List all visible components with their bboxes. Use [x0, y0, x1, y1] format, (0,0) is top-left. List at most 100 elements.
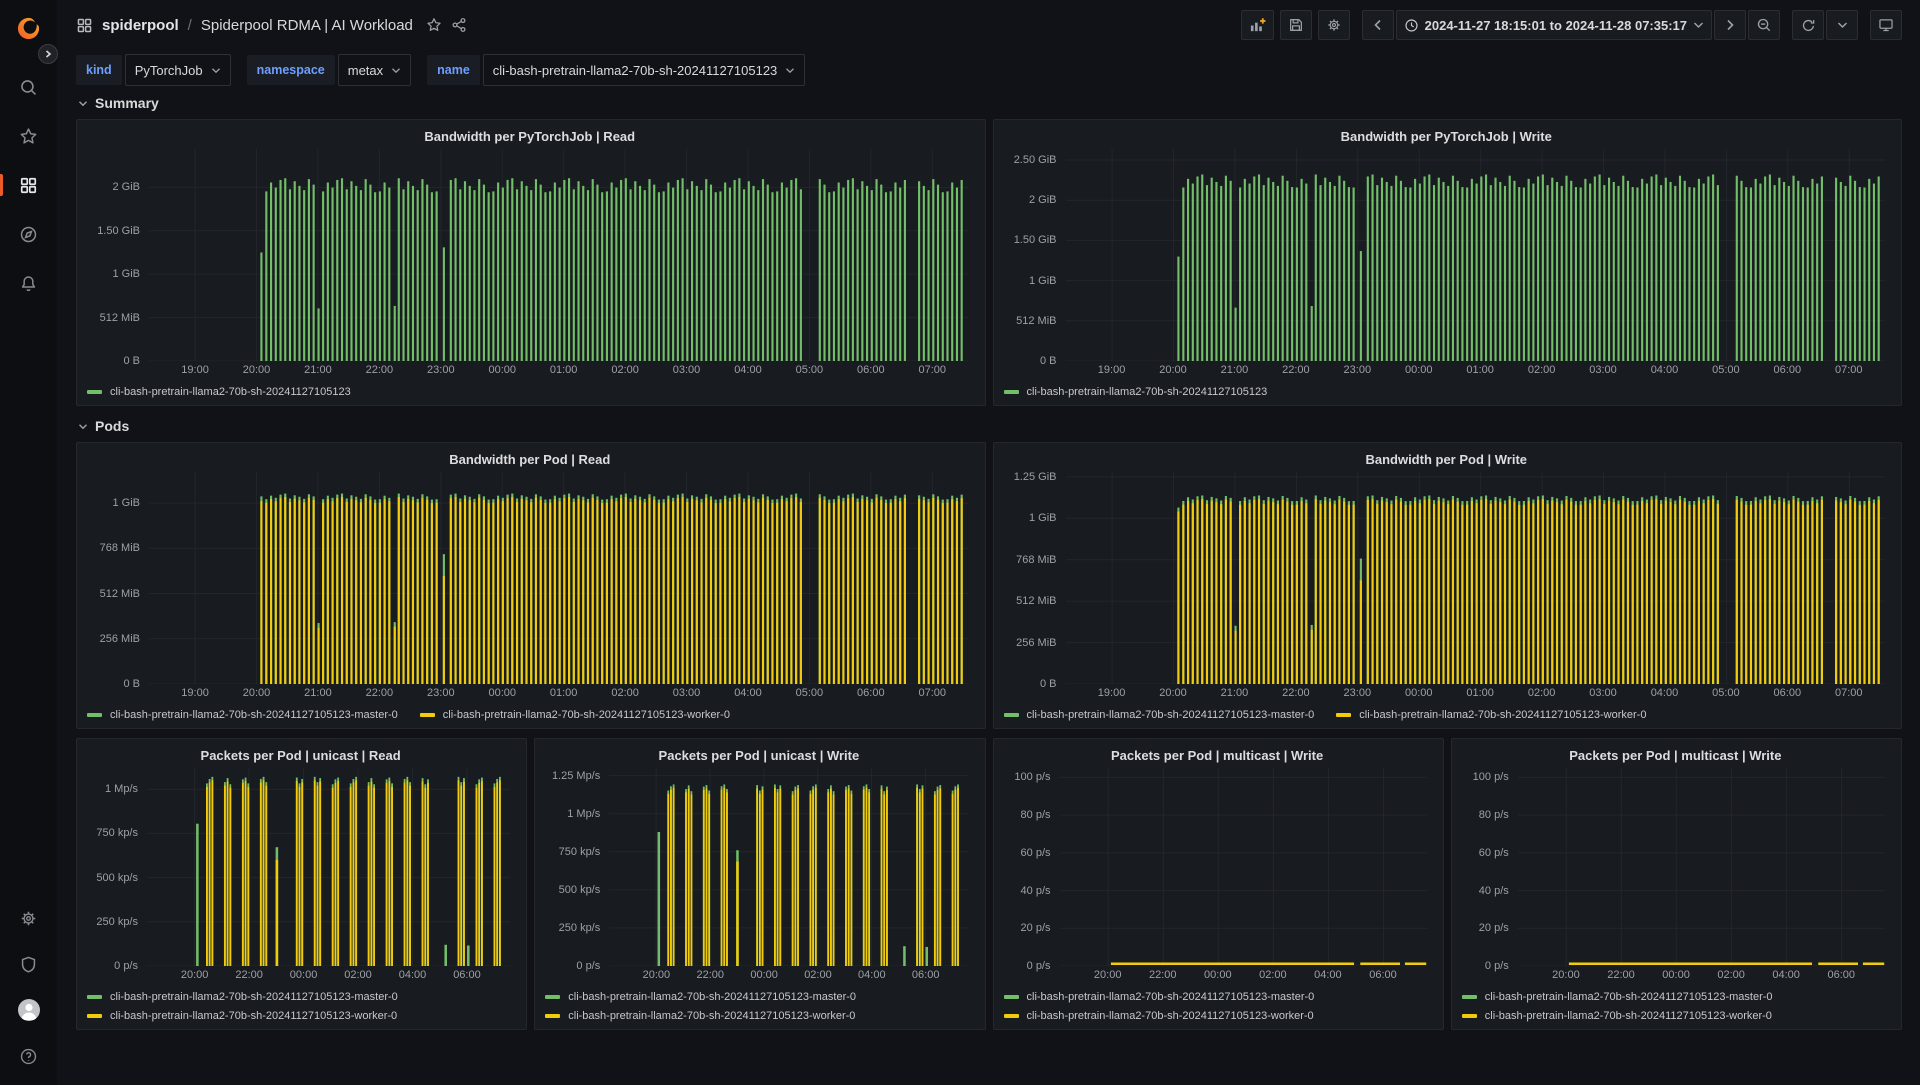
y-tick-label: 256 MiB [100, 633, 140, 645]
legend-series-name: cli-bash-pretrain-llama2-70b-sh-20241127… [1027, 989, 1315, 1005]
legend-item[interactable]: cli-bash-pretrain-llama2-70b-sh-20241127… [1462, 1008, 1772, 1024]
chart-plot-area[interactable] [609, 768, 968, 966]
y-tick-label: 1.25 Mp/s [552, 770, 600, 782]
breadcrumb-folder[interactable]: spiderpool [102, 17, 179, 34]
y-tick-label: 100 p/s [1014, 771, 1050, 783]
panel-title[interactable]: Bandwidth per Pod | Write [1004, 450, 1890, 470]
legend-item[interactable]: cli-bash-pretrain-llama2-70b-sh-20241127… [87, 1008, 397, 1024]
chart-plot-area[interactable] [1518, 768, 1885, 966]
legend-item[interactable]: cli-bash-pretrain-llama2-70b-sh-20241127… [1336, 707, 1646, 723]
share-icon[interactable] [451, 17, 467, 33]
section-header-pods[interactable]: Pods [78, 415, 1902, 437]
legend-swatch [87, 1014, 102, 1018]
time-range-picker[interactable]: 2024-11-27 18:15:01 to 2024-11-28 07:35:… [1396, 10, 1712, 40]
panel-title[interactable]: Bandwidth per PyTorchJob | Write [1004, 127, 1890, 147]
x-tick-label: 00:00 [1405, 364, 1433, 376]
clock-icon [1404, 18, 1419, 33]
section-header-summary[interactable]: Summary [78, 92, 1902, 114]
alerting-bell-icon [19, 274, 38, 293]
x-axis-labels: 20:0022:0000:0002:0004:0006:00 [609, 969, 968, 985]
y-tick-label: 80 p/s [1021, 809, 1051, 821]
x-tick-label: 06:00 [912, 969, 940, 981]
legend-item[interactable]: cli-bash-pretrain-llama2-70b-sh-20241127… [87, 989, 398, 1005]
user-avatar [17, 998, 41, 1022]
legend-item[interactable]: cli-bash-pretrain-llama2-70b-sh-20241127… [1004, 384, 1268, 400]
x-tick-label: 20:00 [181, 969, 209, 981]
sidebar-item-search[interactable] [0, 76, 57, 98]
y-tick-label: 2.50 GiB [1014, 154, 1057, 166]
time-range-label: 2024-11-27 18:15:01 to 2024-11-28 07:35:… [1425, 18, 1687, 33]
x-tick-label: 04:00 [1651, 687, 1679, 699]
kiosk-mode-button[interactable] [1870, 10, 1902, 40]
x-tick-label: 02:00 [611, 687, 639, 699]
chart-plot-area[interactable] [149, 472, 969, 684]
y-tick-label: 0 p/s [1027, 960, 1051, 972]
chevron-down-icon [211, 67, 221, 74]
x-tick-label: 01:00 [550, 364, 578, 376]
x-tick-label: 01:00 [1466, 364, 1494, 376]
x-tick-label: 07:00 [918, 687, 946, 699]
y-tick-label: 750 kp/s [559, 846, 601, 858]
panel-title[interactable]: Bandwidth per Pod | Read [87, 450, 973, 470]
sidebar-item-dashboards[interactable] [0, 174, 57, 196]
y-tick-label: 1 Mp/s [105, 783, 138, 795]
sidebar-expand-button[interactable] [38, 44, 58, 64]
x-axis-labels: 20:0022:0000:0002:0004:0006:00 [1060, 969, 1427, 985]
chart-plot-area[interactable] [1060, 768, 1427, 966]
grafana-logo[interactable] [15, 14, 43, 42]
x-tick-label: 02:00 [1528, 687, 1556, 699]
panel-title[interactable]: Packets per Pod | multicast | Write [1004, 746, 1431, 766]
chart-plot-area[interactable] [149, 149, 969, 361]
refresh-interval-dropdown[interactable] [1826, 10, 1858, 40]
legend-item[interactable]: cli-bash-pretrain-llama2-70b-sh-20241127… [87, 707, 398, 723]
legend-item[interactable]: cli-bash-pretrain-llama2-70b-sh-20241127… [1004, 989, 1315, 1005]
x-tick-label: 02:00 [344, 969, 372, 981]
template-variables-row: kindPyTorchJobnamespacemetaxnamecli-bash… [76, 52, 1902, 88]
star-icon[interactable] [426, 17, 442, 33]
variable-value-dropdown-namespace[interactable]: metax [338, 54, 411, 86]
zoom-out-button[interactable] [1748, 10, 1780, 40]
sidebar-item-server-admin[interactable] [0, 953, 57, 975]
panel-title[interactable]: Packets per Pod | unicast | Read [87, 746, 514, 766]
panel-title[interactable]: Packets per Pod | multicast | Write [1462, 746, 1889, 766]
legend-item[interactable]: cli-bash-pretrain-llama2-70b-sh-20241127… [1462, 989, 1773, 1005]
variable-value-dropdown-kind[interactable]: PyTorchJob [125, 54, 231, 86]
sidebar-item-alerting[interactable] [0, 272, 57, 294]
variable-value-dropdown-name[interactable]: cli-bash-pretrain-llama2-70b-sh-20241127… [483, 54, 806, 86]
time-shift-forward-button[interactable] [1714, 10, 1746, 40]
chart-plot-area[interactable] [147, 768, 510, 966]
y-tick-label: 1 GiB [1029, 512, 1057, 524]
sidebar-item-profile[interactable] [0, 999, 57, 1021]
refresh-button[interactable] [1792, 10, 1824, 40]
chevron-down-icon [391, 67, 401, 74]
sidebar-item-help[interactable] [0, 1045, 57, 1067]
save-dashboard-button[interactable] [1280, 10, 1312, 40]
legend-item[interactable]: cli-bash-pretrain-llama2-70b-sh-20241127… [1004, 1008, 1314, 1024]
chart-plot-area[interactable] [1066, 472, 1886, 684]
y-tick-label: 40 p/s [1479, 885, 1509, 897]
variable-selected-value: cli-bash-pretrain-llama2-70b-sh-20241127… [493, 63, 778, 78]
sidebar-item-configuration[interactable] [0, 907, 57, 929]
panel-title[interactable]: Packets per Pod | unicast | Write [545, 746, 972, 766]
panel-title[interactable]: Bandwidth per PyTorchJob | Read [87, 127, 973, 147]
legend-item[interactable]: cli-bash-pretrain-llama2-70b-sh-20241127… [1004, 707, 1315, 723]
legend-item[interactable]: cli-bash-pretrain-llama2-70b-sh-20241127… [545, 989, 856, 1005]
sidebar-item-explore[interactable] [0, 223, 57, 245]
panel-legend: cli-bash-pretrain-llama2-70b-sh-20241127… [1004, 707, 1890, 723]
legend-series-name: cli-bash-pretrain-llama2-70b-sh-20241127… [1027, 384, 1268, 400]
sidebar [0, 0, 57, 1085]
dashboard-settings-button[interactable] [1318, 10, 1350, 40]
sidebar-item-starred[interactable] [0, 125, 57, 147]
legend-item[interactable]: cli-bash-pretrain-llama2-70b-sh-20241127… [545, 1008, 855, 1024]
legend-item[interactable]: cli-bash-pretrain-llama2-70b-sh-20241127… [87, 384, 351, 400]
y-tick-label: 1.50 GiB [1014, 234, 1057, 246]
breadcrumb-dashboard-title[interactable]: Spiderpool RDMA | AI Workload [201, 17, 413, 34]
add-panel-button[interactable] [1241, 10, 1274, 40]
chart-plot-area[interactable] [1066, 149, 1886, 361]
legend-item[interactable]: cli-bash-pretrain-llama2-70b-sh-20241127… [420, 707, 730, 723]
x-tick-label: 06:00 [857, 364, 885, 376]
x-tick-label: 05:00 [1712, 364, 1740, 376]
variable-name: namecli-bash-pretrain-llama2-70b-sh-2024… [427, 54, 805, 86]
x-axis-labels: 19:0020:0021:0022:0023:0000:0001:0002:00… [149, 364, 969, 380]
time-shift-back-button[interactable] [1362, 10, 1394, 40]
